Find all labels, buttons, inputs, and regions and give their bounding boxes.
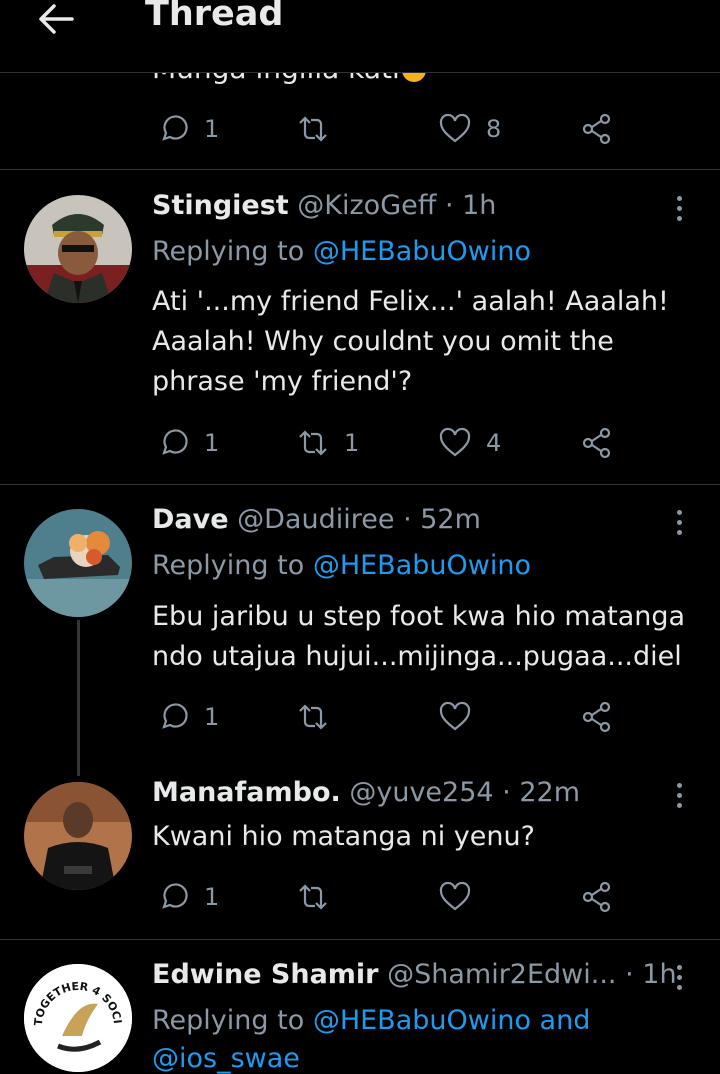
mention-link[interactable]: @HEBabuOwino: [313, 550, 531, 581]
tweet-actions: 1 1 4: [156, 426, 676, 462]
reply-icon: [162, 883, 188, 909]
back-button[interactable]: [36, 0, 78, 38]
timestamp[interactable]: · 1h: [625, 959, 676, 990]
reply-count: 1: [204, 115, 220, 143]
reply-count: 1: [204, 703, 220, 731]
mention-link[interactable]: @HEBabuOwino: [313, 236, 531, 267]
replying-to: Replying to @HEBabuOwino and: [152, 1005, 591, 1036]
avatar[interactable]: TOGETHER 4 SOCIETY: [24, 964, 132, 1072]
avatar-image: [24, 782, 132, 890]
avatar[interactable]: [24, 195, 132, 303]
retweet-button[interactable]: [296, 880, 330, 916]
reply-icon: [162, 429, 188, 455]
avatar-image: [24, 509, 132, 617]
avatar[interactable]: [24, 782, 132, 890]
retweet-button[interactable]: [296, 112, 330, 148]
share-button[interactable]: [580, 426, 614, 462]
avatar-image: [24, 195, 132, 303]
user-handle[interactable]: @KizoGeff: [297, 190, 436, 221]
timestamp[interactable]: · 52m: [403, 504, 481, 535]
retweet-icon: [299, 884, 327, 910]
divider: [0, 484, 720, 485]
reply-button[interactable]: 1: [156, 700, 219, 736]
replying-to: Replying to @HEBabuOwino: [152, 236, 531, 267]
like-button[interactable]: [438, 700, 472, 736]
retweet-icon: [299, 116, 327, 142]
reply-icon: [162, 115, 188, 141]
user-handle[interactable]: @Daudiiree: [237, 504, 394, 535]
tweet-header: Edwine Shamir @Shamir2Edwi... · 1h: [152, 959, 677, 990]
reply-count: 1: [204, 429, 220, 457]
timestamp[interactable]: · 1h: [445, 190, 496, 221]
display-name[interactable]: Dave: [152, 504, 229, 535]
tweet-text: Ati '...my friend Felix...' aalah! Aaala…: [152, 286, 669, 397]
reply-button[interactable]: 1: [156, 426, 219, 462]
share-button[interactable]: [580, 112, 614, 148]
divider: [0, 169, 720, 170]
display-name[interactable]: Manafambo.: [152, 777, 341, 808]
display-name[interactable]: Edwine Shamir: [152, 959, 379, 990]
tweet-header: Dave @Daudiiree · 52m: [152, 504, 481, 535]
reply-button[interactable]: 1: [156, 112, 219, 148]
heart-icon: [439, 701, 471, 731]
arrow-left-icon: [39, 4, 74, 34]
display-name[interactable]: Stingiest: [152, 190, 289, 221]
tweet-text: Kwani hio matanga ni yenu?: [152, 821, 535, 852]
user-handle[interactable]: @yuve254: [349, 777, 493, 808]
heart-icon: [439, 113, 471, 143]
more-icon: [676, 196, 682, 201]
reply-button[interactable]: 1: [156, 880, 219, 916]
share-icon: [582, 881, 611, 913]
retweet-count: 1: [344, 429, 360, 457]
retweet-icon: [299, 430, 327, 456]
tweet-header: Stingiest @KizoGeff · 1h: [152, 190, 496, 221]
top-bar: Thread: [0, 0, 720, 73]
replying-to: Replying to @HEBabuOwino: [152, 550, 531, 581]
tweet-actions: 1: [156, 700, 676, 736]
mention-link[interactable]: @HEBabuOwino and: [313, 1005, 591, 1036]
tweet-actions: 1 8: [156, 112, 676, 148]
like-button[interactable]: 4: [438, 426, 501, 462]
more-options-button[interactable]: [672, 196, 686, 224]
avatar[interactable]: [24, 509, 132, 617]
page-title: Thread: [145, 0, 284, 34]
more-options-button[interactable]: [672, 965, 686, 993]
thread-connector: [77, 620, 80, 776]
reply-count: 1: [204, 883, 220, 911]
divider: [0, 939, 720, 940]
reply-icon: [162, 703, 188, 729]
more-options-button[interactable]: [672, 510, 686, 538]
more-icon: [676, 783, 682, 788]
heart-icon: [439, 881, 471, 911]
like-button[interactable]: 8: [438, 112, 501, 148]
tweet-header: Manafambo. @yuve254 · 22m: [152, 777, 580, 808]
mention-link[interactable]: @ios_swae: [152, 1043, 300, 1074]
heart-icon: [439, 427, 471, 457]
like-count: 4: [486, 429, 502, 457]
like-button[interactable]: [438, 880, 472, 916]
tweet-actions: 1: [156, 880, 676, 916]
avatar-image: TOGETHER 4 SOCIETY: [24, 964, 132, 1072]
more-options-button[interactable]: [672, 783, 686, 811]
more-icon: [676, 510, 682, 515]
share-icon: [582, 113, 611, 145]
like-count: 8: [486, 115, 502, 143]
share-button[interactable]: [580, 880, 614, 916]
more-icon: [676, 965, 682, 970]
timestamp[interactable]: · 22m: [502, 777, 580, 808]
retweet-button[interactable]: 1: [296, 426, 359, 462]
share-icon: [582, 427, 611, 459]
share-icon: [582, 701, 611, 733]
share-button[interactable]: [580, 700, 614, 736]
user-handle[interactable]: @Shamir2Edwi...: [387, 959, 616, 990]
tweet-text: Ebu jaribu u step foot kwa hio matanga n…: [152, 601, 686, 672]
replying-to-continued: @ios_swae: [152, 1043, 300, 1074]
retweet-button[interactable]: [296, 700, 330, 736]
retweet-icon: [299, 704, 327, 730]
